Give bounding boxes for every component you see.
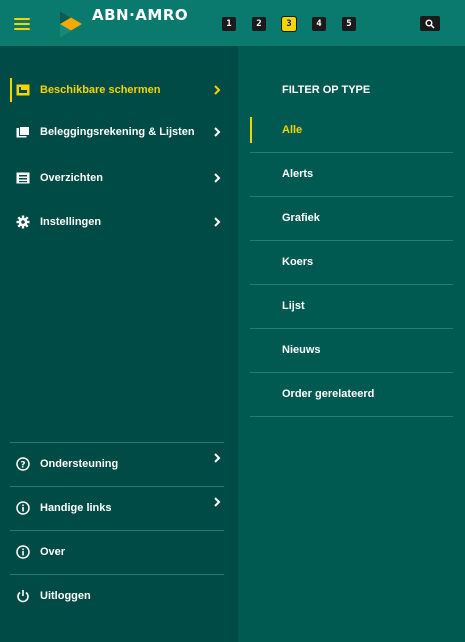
- chevron-right-icon: [214, 217, 221, 227]
- chevron-right-icon: [214, 173, 221, 183]
- filter-item-label: Alerts: [282, 168, 314, 180]
- divider: [10, 486, 224, 487]
- question-icon: ?: [16, 457, 36, 471]
- filter-title: FILTER OP TYPE: [282, 84, 371, 96]
- filter-item-label: Alle: [282, 124, 303, 136]
- menu-item-beschikbare-schermen[interactable]: Beschikbare schermen: [10, 70, 224, 110]
- filter-item-label: Nieuws: [282, 344, 321, 356]
- abn-amro-logo-icon: [60, 11, 82, 37]
- divider: [10, 530, 224, 531]
- filter-item-alle[interactable]: Alle: [250, 108, 453, 152]
- filter-item-lijst[interactable]: Lijst: [250, 284, 453, 328]
- overview-icon: [16, 171, 36, 185]
- menu-item-ondersteuning[interactable]: ? Ondersteuning: [10, 444, 224, 484]
- chevron-right-icon: [214, 497, 221, 507]
- menu-item-handige-links[interactable]: Handige links: [10, 488, 224, 528]
- screen-button-4[interactable]: 4: [312, 17, 326, 31]
- filter-item-nieuws[interactable]: Nieuws: [250, 328, 453, 372]
- menu-item-uitloggen[interactable]: Uitloggen: [10, 576, 224, 616]
- menu-item-instellingen[interactable]: Instellingen: [10, 202, 224, 242]
- top-bar: ABN·AMRO 1 2 3 4 5: [0, 0, 465, 46]
- screen-button-3[interactable]: 3: [281, 16, 297, 32]
- menu-item-label: Over: [40, 546, 66, 558]
- menu-item-label: Handige links: [40, 502, 112, 514]
- filter-item-grafiek[interactable]: Grafiek: [250, 196, 453, 240]
- menu-item-over[interactable]: Over: [10, 532, 224, 572]
- search-icon: [425, 19, 435, 28]
- menu-item-label: Beschikbare schermen: [40, 84, 161, 96]
- filter-panel: FILTER OP TYPE Alle Alerts Grafiek Koers…: [238, 46, 465, 642]
- menu-item-label: Ondersteuning: [40, 458, 119, 470]
- chevron-right-icon: [214, 127, 221, 137]
- info-icon: [16, 545, 36, 559]
- search-button[interactable]: [420, 16, 440, 31]
- menu-item-label: Overzichten: [40, 172, 103, 184]
- svg-text:?: ?: [20, 461, 25, 471]
- screen-button-2[interactable]: 2: [252, 17, 266, 31]
- filter-item-order-gerelateerd[interactable]: Order gerelateerd: [250, 372, 453, 416]
- divider: [250, 416, 453, 417]
- screen-button-1[interactable]: 1: [222, 17, 236, 31]
- screens-icon: [16, 83, 36, 97]
- gear-icon: [16, 215, 36, 229]
- chevron-right-icon: [214, 85, 221, 95]
- filter-item-label: Grafiek: [282, 212, 320, 224]
- menu-item-label: Instellingen: [40, 216, 102, 228]
- menu-item-label: Beleggingsrekening & Lijsten: [40, 126, 195, 138]
- hamburger-menu-icon[interactable]: [14, 18, 30, 30]
- menu-item-beleggingsrekening[interactable]: Beleggingsrekening & Lijsten: [10, 112, 224, 152]
- filter-item-label: Koers: [282, 256, 314, 268]
- menu-item-overzichten[interactable]: Overzichten: [10, 158, 224, 198]
- filter-item-koers[interactable]: Koers: [250, 240, 453, 284]
- power-icon: [16, 589, 36, 603]
- screen-switcher: 1 2 3 4 5: [222, 16, 372, 32]
- divider: [10, 442, 224, 443]
- filter-item-label: Lijst: [282, 300, 305, 312]
- active-indicator: [10, 78, 12, 102]
- menu-item-label: Uitloggen: [40, 590, 91, 602]
- chevron-right-icon: [214, 453, 221, 463]
- info-icon: [16, 501, 36, 515]
- filter-item-label: Order gerelateerd: [282, 388, 375, 400]
- active-indicator: [250, 117, 252, 143]
- portfolio-icon: [16, 125, 36, 139]
- filter-item-alerts[interactable]: Alerts: [250, 152, 453, 196]
- screen-button-5[interactable]: 5: [342, 17, 356, 31]
- side-menu: Beschikbare schermen Beleggingsrekening …: [0, 46, 238, 642]
- divider: [10, 574, 224, 575]
- logo-text: ABN·AMRO: [92, 6, 189, 24]
